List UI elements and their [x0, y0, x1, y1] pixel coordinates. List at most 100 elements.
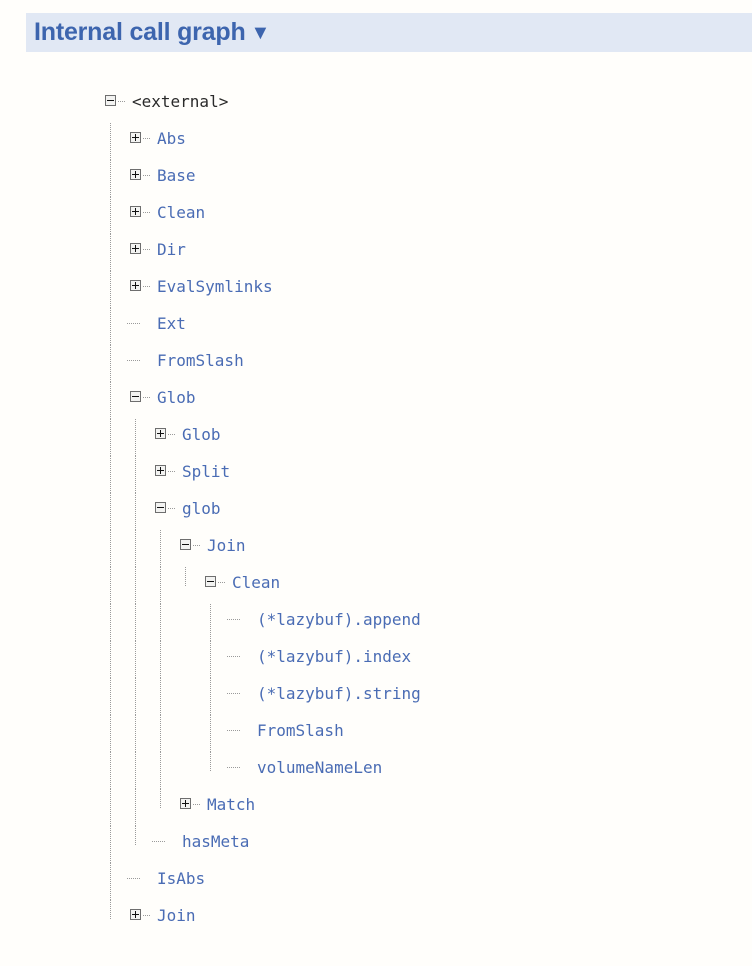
tree-guide-line — [110, 752, 112, 789]
tree-node-link[interactable]: Join — [157, 904, 196, 928]
tree-guide-line — [160, 715, 162, 752]
tree-node-link[interactable]: EvalSymlinks — [157, 275, 273, 299]
tree-guide-line — [135, 567, 137, 604]
tree-node-connector — [168, 508, 175, 510]
tree-node: (*lazybuf).string — [0, 678, 752, 715]
tree-guide-line — [110, 678, 112, 715]
expand-node-icon[interactable] — [130, 280, 141, 291]
tree-guide-line — [110, 382, 112, 419]
tree-node: FromSlash — [0, 715, 752, 752]
collapse-node-icon[interactable] — [180, 539, 191, 550]
tree-node-link[interactable]: Dir — [157, 238, 186, 262]
tree-node-connector — [143, 175, 150, 177]
collapse-node-icon[interactable] — [155, 502, 166, 513]
expand-node-icon[interactable] — [155, 428, 166, 439]
tree-node: Dir — [0, 234, 752, 271]
tree-node-link[interactable]: Clean — [157, 201, 205, 225]
tree-guide-line — [135, 456, 137, 493]
tree-leaf-connector — [227, 619, 240, 621]
tree-node-link[interactable]: FromSlash — [157, 349, 244, 373]
tree-guide-line — [210, 715, 212, 752]
tree-node: Ext — [0, 308, 752, 345]
expand-node-icon[interactable] — [155, 465, 166, 476]
page-title: Internal call graph — [34, 18, 246, 46]
tree-node-link[interactable]: Glob — [157, 386, 196, 410]
tree-guide-line — [160, 678, 162, 715]
tree-leaf-connector — [227, 656, 240, 658]
expand-node-icon[interactable] — [130, 169, 141, 180]
tree-guide-line — [135, 715, 137, 752]
tree-guide-line — [135, 530, 137, 567]
tree-leaf-connector — [127, 878, 140, 880]
expand-node-icon[interactable] — [130, 132, 141, 143]
tree-node-connector — [118, 101, 125, 103]
tree-node: Join — [0, 530, 752, 567]
tree-node-link[interactable]: Clean — [232, 571, 280, 595]
tree-node: Glob — [0, 419, 752, 456]
tree-guide-line — [110, 715, 112, 752]
tree-node-connector — [143, 212, 150, 214]
tree-node-link[interactable]: FromSlash — [257, 719, 344, 743]
tree-guide-line — [110, 308, 112, 345]
expand-node-icon[interactable] — [180, 798, 191, 809]
section-header-title[interactable]: Internal call graph ▼ — [34, 18, 270, 48]
tree-node-link[interactable]: glob — [182, 497, 221, 521]
tree-guide-line — [110, 567, 112, 604]
tree-guide-line — [135, 826, 137, 845]
expand-node-icon[interactable] — [130, 243, 141, 254]
tree-node: (*lazybuf).append — [0, 604, 752, 641]
tree-node-link[interactable]: Ext — [157, 312, 186, 336]
tree-node: volumeNameLen — [0, 752, 752, 789]
tree-node-link[interactable]: Split — [182, 460, 230, 484]
tree-node: Clean — [0, 197, 752, 234]
collapse-node-icon[interactable] — [130, 391, 141, 402]
tree-node-link[interactable]: (*lazybuf).index — [257, 645, 411, 669]
tree-guide-line — [210, 641, 212, 678]
tree-node-link[interactable]: Glob — [182, 423, 221, 447]
tree-node-link[interactable]: (*lazybuf).string — [257, 682, 421, 706]
tree-node: Match — [0, 789, 752, 826]
collapse-node-icon[interactable] — [105, 95, 116, 106]
tree-guide-line — [210, 678, 212, 715]
tree-node-link[interactable]: Match — [207, 793, 255, 817]
tree-guide-line — [135, 678, 137, 715]
tree-guide-line — [210, 752, 212, 771]
tree-guide-line — [110, 641, 112, 678]
tree-node-link[interactable]: Abs — [157, 127, 186, 151]
tree-node-link[interactable]: Base — [157, 164, 196, 188]
expand-node-icon[interactable] — [130, 206, 141, 217]
tree-node: Base — [0, 160, 752, 197]
tree-guide-line — [135, 493, 137, 530]
tree-guide-line — [110, 826, 112, 863]
tree-node-connector — [168, 471, 175, 473]
tree-node: Clean — [0, 567, 752, 604]
tree-node-connector — [143, 286, 150, 288]
tree-node-connector — [168, 434, 175, 436]
tree-guide-line — [110, 160, 112, 197]
tree-node-link[interactable]: (*lazybuf).append — [257, 608, 421, 632]
tree-node-link[interactable]: hasMeta — [182, 830, 249, 854]
tree-node-link[interactable]: Join — [207, 534, 246, 558]
tree-node: (*lazybuf).index — [0, 641, 752, 678]
tree-guide-line — [110, 234, 112, 271]
tree-guide-line — [160, 567, 162, 604]
tree-guide-line — [110, 345, 112, 382]
tree-node-link[interactable]: IsAbs — [157, 867, 205, 891]
tree-leaf-connector — [127, 323, 140, 325]
tree-node-connector — [143, 249, 150, 251]
tree-guide-line — [110, 863, 112, 900]
tree-node: <external> — [0, 86, 752, 123]
tree-node: Glob — [0, 382, 752, 419]
expand-node-icon[interactable] — [130, 909, 141, 920]
triangle-down-icon[interactable]: ▼ — [251, 19, 271, 48]
tree-guide-line — [110, 123, 112, 160]
collapse-node-icon[interactable] — [205, 576, 216, 587]
tree-guide-line — [160, 604, 162, 641]
tree-leaf-connector — [227, 730, 240, 732]
tree-node: glob — [0, 493, 752, 530]
tree-leaf-connector — [227, 693, 240, 695]
tree-guide-line — [110, 493, 112, 530]
tree-node-link[interactable]: volumeNameLen — [257, 756, 382, 780]
tree-guide-line — [135, 789, 137, 826]
tree-guide-line — [135, 604, 137, 641]
